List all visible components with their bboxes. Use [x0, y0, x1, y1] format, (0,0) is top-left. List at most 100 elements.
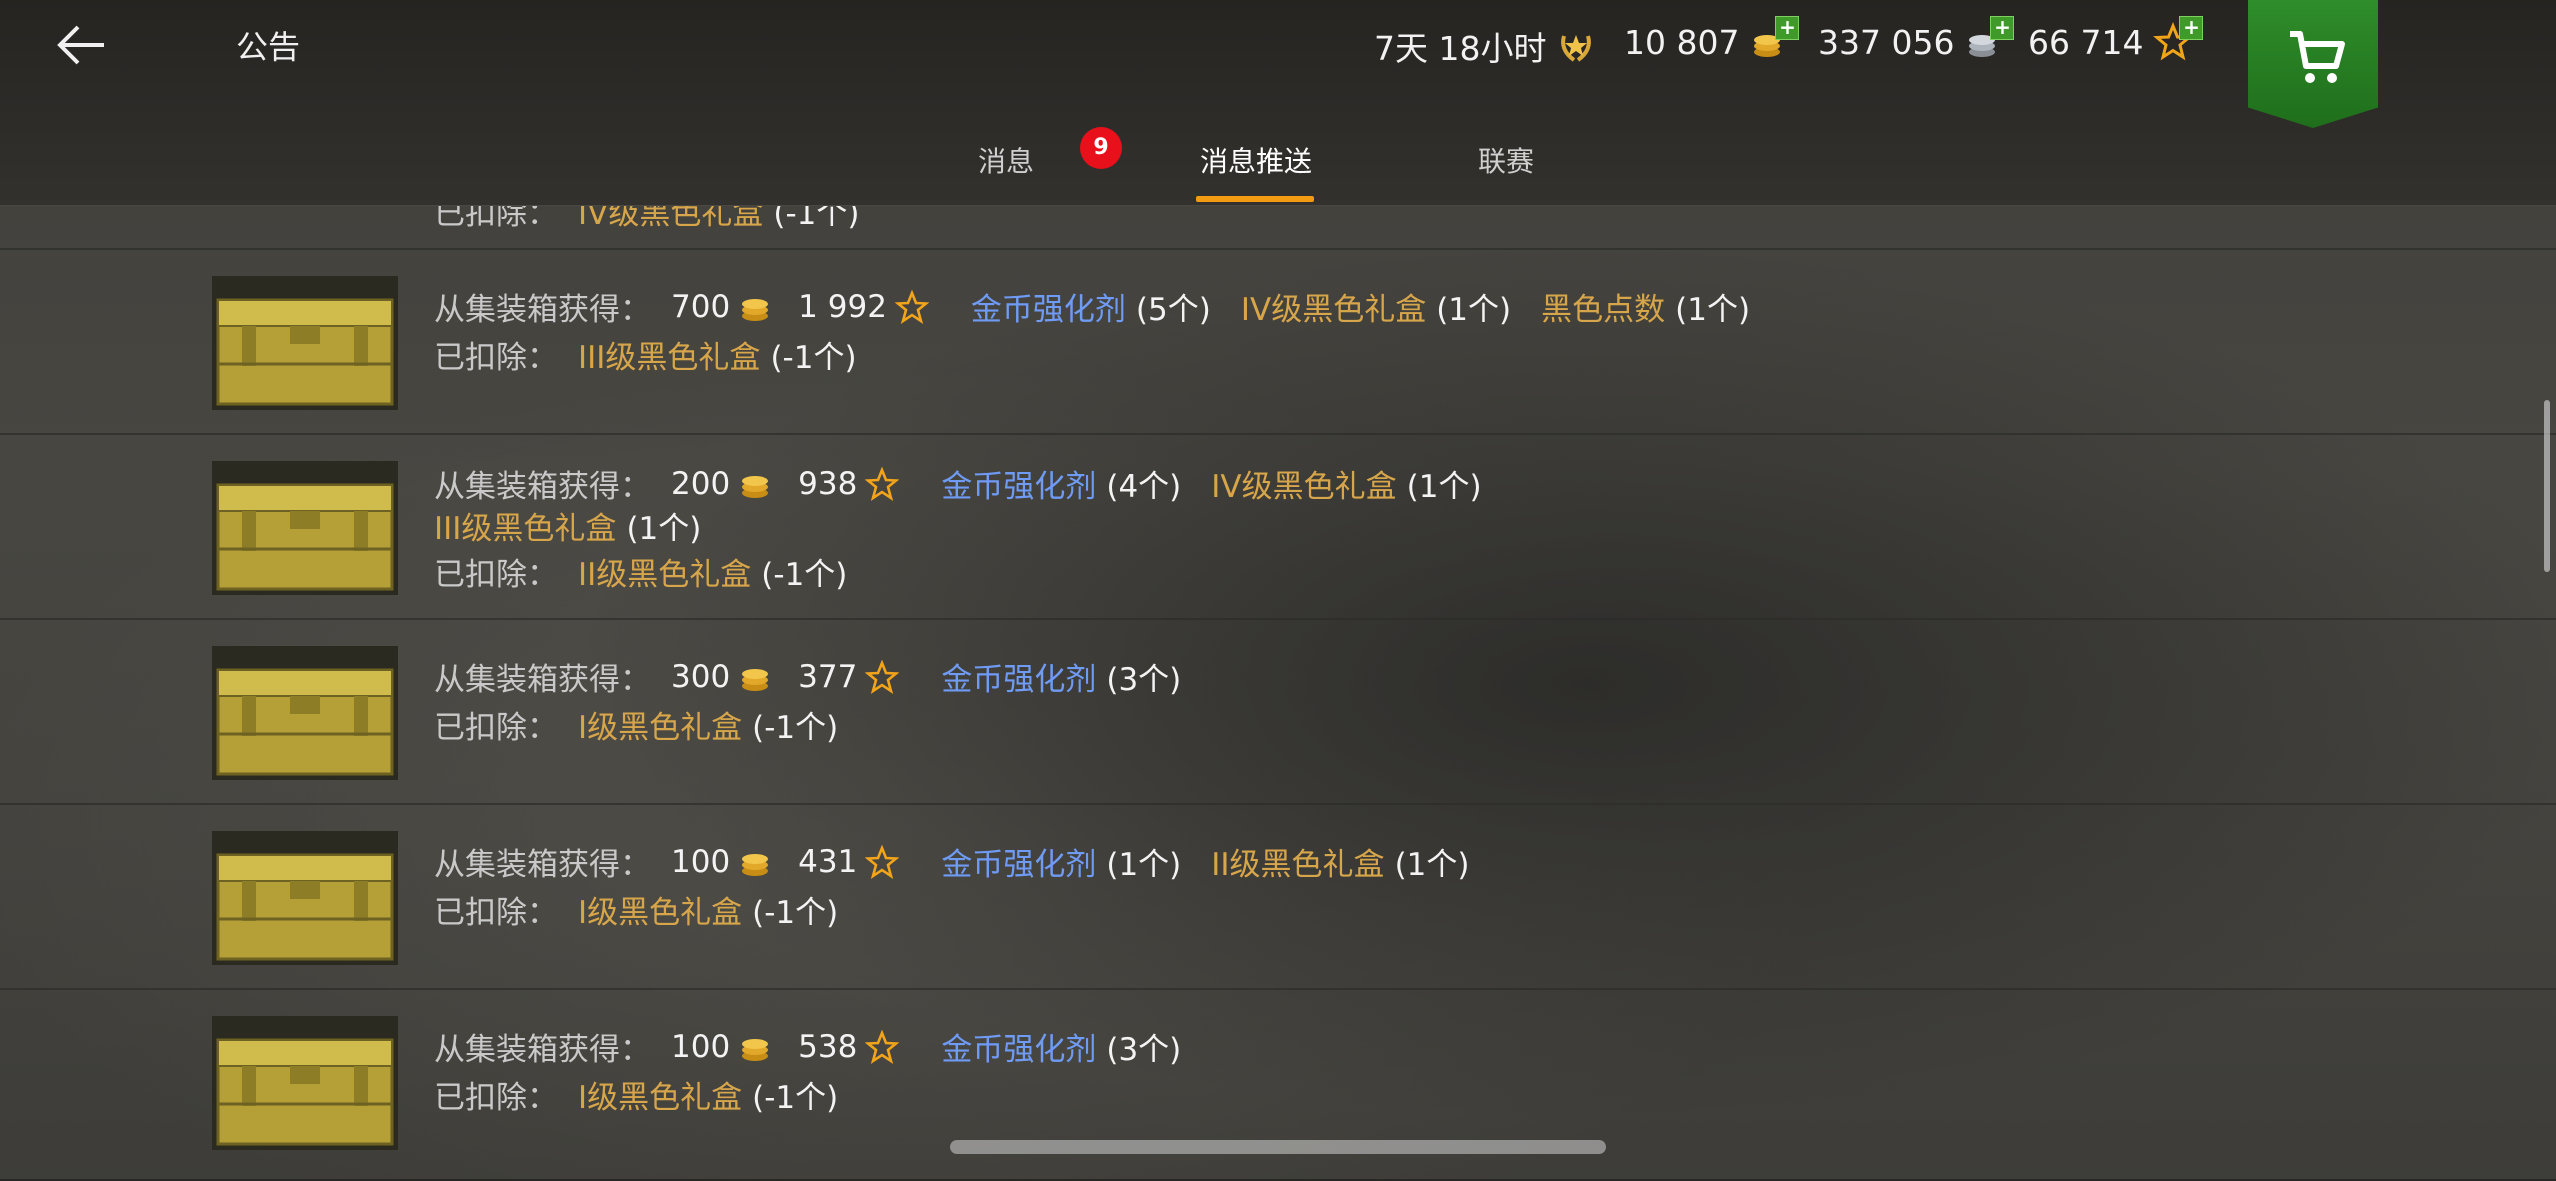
silver-coin-icon: + — [1964, 16, 2015, 62]
deducted-line: 已扣除： I级黑色礼盒 (-1个) — [434, 702, 868, 747]
star-icon — [865, 659, 900, 694]
silver-balance-value: 337 056 — [1818, 22, 1955, 62]
premium-timer[interactable]: 7天 18小时 — [1374, 22, 1596, 70]
gold-reward-value: 700 — [671, 288, 731, 325]
deducted-line: 已扣除： II级黑色礼盒 (-1个) — [434, 549, 877, 594]
tab-league[interactable]: 联赛 — [1478, 140, 1534, 180]
deducted-item-name: I级黑色礼盒 — [578, 1080, 743, 1116]
xp-reward-value: 431 — [798, 843, 858, 880]
star-icon: + — [2153, 16, 2204, 62]
xp-balance-value: 66 714 — [2028, 22, 2144, 62]
reward-item-count: (1个) — [1436, 292, 1512, 328]
deducted-label: 已扣除： — [434, 1080, 558, 1116]
container-box-icon — [212, 461, 398, 595]
obtained-line: 从集装箱获得： 100 538 金币强化剂 (3个) — [434, 1024, 1211, 1069]
add-silver-plus-icon[interactable]: + — [1990, 16, 2015, 40]
gold-reward-value: 200 — [671, 465, 731, 502]
list-item[interactable]: 从集装箱获得： 200 938 金币强化剂 (4个) IV级黑色礼盒 (1个) III级黑色礼… — [0, 433, 2556, 620]
star-icon — [865, 1029, 900, 1064]
home-indicator[interactable] — [950, 1140, 1606, 1154]
container-box-icon — [212, 831, 398, 965]
gold-balance-value: 10 807 — [1624, 22, 1740, 62]
deducted-line: 已扣除： I级黑色礼盒 (-1个) — [434, 887, 868, 932]
reward-item-count: (1个) — [626, 511, 702, 547]
add-xp-plus-icon[interactable]: + — [2179, 16, 2204, 40]
page-title: 公告 — [236, 28, 301, 66]
active-tab-indicator — [1196, 196, 1314, 202]
obtained-line: 从集装箱获得： 200 938 金币强化剂 (4个) IV级黑色礼盒 (1个) — [434, 461, 1512, 506]
deducted-item-count: (-1个) — [752, 710, 839, 746]
gold-reward-value: 100 — [671, 843, 731, 880]
deducted-item-count: (-1个) — [752, 1080, 839, 1116]
deducted-line: 已扣除： I级黑色礼盒 (-1个) — [434, 1072, 868, 1117]
silver-balance[interactable]: 337 056 + — [1818, 16, 2015, 62]
reward-item-name: 黑色点数 — [1541, 292, 1666, 328]
gold-reward-value: 100 — [671, 1028, 731, 1065]
deducted-item-count: (-1个) — [761, 557, 848, 593]
deducted-line: 已扣除： III级黑色礼盒 (-1个) — [434, 332, 887, 377]
reward-item-count: (3个) — [1106, 1032, 1182, 1068]
obtained-line-continued: III级黑色礼盒 (1个) — [434, 503, 731, 548]
premium-laurel-icon — [1556, 26, 1596, 66]
deducted-item-name: III级黑色礼盒 — [578, 340, 761, 376]
deducted-item-count: (-1个) — [770, 340, 857, 376]
container-box-icon — [212, 646, 398, 780]
xp-reward-value: 377 — [798, 658, 858, 695]
obtained-label: 从集装箱获得： — [434, 847, 651, 883]
reward-item-count: (1个) — [1675, 292, 1751, 328]
obtained-label: 从集装箱获得： — [434, 662, 651, 698]
obtained-line: 从集装箱获得： 100 431 金币强化剂 (1个) II级黑色礼盒 (1个) — [434, 839, 1499, 884]
reward-item-name: 金币强化剂 — [941, 662, 1097, 698]
gold-reward-value: 300 — [671, 658, 731, 695]
reward-item-count: (4个) — [1106, 469, 1182, 505]
tab-messages[interactable]: 消息 — [978, 140, 1034, 180]
xp-reward-value: 538 — [798, 1028, 858, 1065]
container-box-icon — [212, 1016, 398, 1150]
reward-item-name: 金币强化剂 — [941, 469, 1097, 505]
xp-reward-value: 938 — [798, 465, 858, 502]
reward-item-count: (1个) — [1406, 469, 1482, 505]
gold-coin-icon: + — [1749, 16, 1800, 62]
container-box-icon — [212, 276, 398, 410]
scrollbar[interactable] — [2544, 400, 2550, 572]
cart-icon — [2290, 31, 2345, 83]
deducted-label: 已扣除： — [434, 710, 558, 746]
reward-item-name: IV级黑色礼盒 — [1240, 292, 1427, 328]
back-arrow-icon — [57, 25, 104, 65]
reward-item-count: (1个) — [1394, 847, 1470, 883]
reward-item-name: 金币强化剂 — [941, 1032, 1097, 1068]
reward-item-name: IV级黑色礼盒 — [1211, 469, 1397, 505]
reward-item-count: (1个) — [1106, 847, 1182, 883]
gold-coin-icon — [742, 1038, 769, 1061]
xp-reward-value: 1 992 — [798, 288, 887, 325]
tab-push-messages[interactable]: 消息推送 — [1200, 140, 1312, 180]
list-item[interactable]: 从集装箱获得： 300 377 金币强化剂 (3个) 已扣除： I级黑色礼盒 (-1个) — [0, 618, 2556, 805]
deducted-item-count: (-1个) — [752, 895, 839, 931]
back-button[interactable] — [52, 18, 112, 72]
reward-item-name: 金币强化剂 — [941, 847, 1097, 883]
gold-balance[interactable]: 10 807 + — [1624, 16, 1800, 62]
deducted-item-name: I级黑色礼盒 — [578, 710, 743, 746]
add-gold-plus-icon[interactable]: + — [1775, 16, 1800, 40]
unread-badge: 9 — [1080, 127, 1122, 169]
gold-coin-icon — [742, 853, 769, 876]
reward-item-name: 金币强化剂 — [970, 292, 1126, 328]
star-icon — [865, 844, 900, 879]
list-item[interactable]: 从集装箱获得： 100 431 金币强化剂 (1个) II级黑色礼盒 (1个) 已扣除： I级黑… — [0, 803, 2556, 990]
deducted-item-name: II级黑色礼盒 — [578, 557, 752, 593]
deducted-label: 已扣除： — [434, 557, 558, 593]
list-item[interactable]: 从集装箱获得： 700 1 992 金币强化剂 (5个) IV级黑色礼盒 (1个) 黑色点数(… — [0, 248, 2556, 435]
top-bar: 公告 7天 18小时 10 807 + 337 056 + 66 714 + 消… — [0, 0, 2556, 206]
star-icon — [865, 466, 900, 501]
premium-timer-text: 7天 18小时 — [1374, 29, 1547, 68]
xp-balance[interactable]: 66 714 + — [2028, 16, 2204, 62]
reward-item-name: II级黑色礼盒 — [1211, 847, 1385, 883]
obtained-line: 从集装箱获得： 300 377 金币强化剂 (3个) — [434, 654, 1211, 699]
obtained-label: 从集装箱获得： — [434, 292, 651, 328]
deducted-label: 已扣除： — [434, 340, 558, 376]
gold-coin-icon — [742, 298, 769, 321]
deducted-label: 已扣除： — [434, 895, 558, 931]
shop-button[interactable] — [2248, 0, 2378, 128]
reward-item-name: III级黑色礼盒 — [434, 511, 617, 547]
reward-item-count: (5个) — [1135, 292, 1211, 328]
